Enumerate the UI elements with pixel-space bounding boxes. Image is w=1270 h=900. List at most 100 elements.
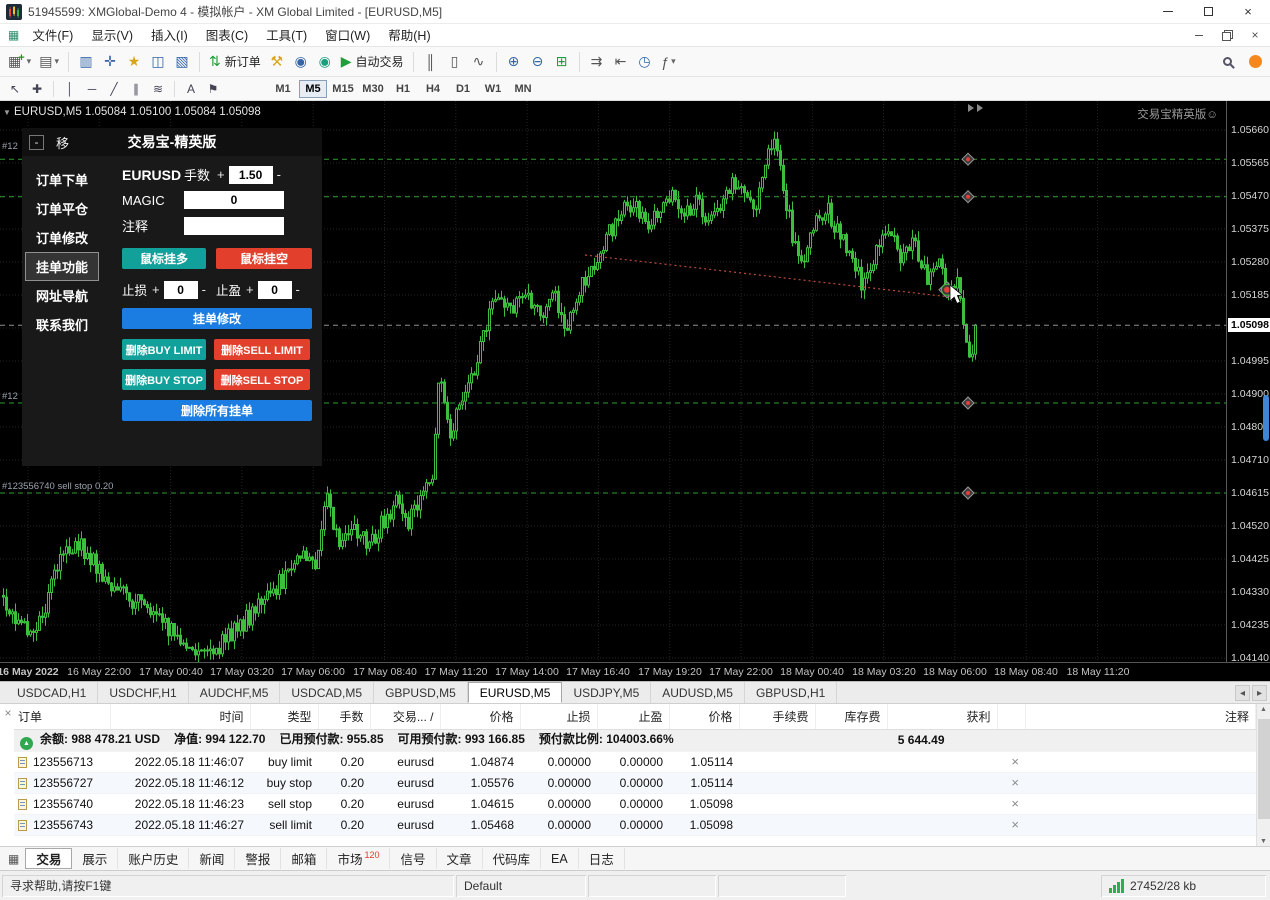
terminal-tab[interactable]: 邮箱 (281, 848, 327, 869)
column-header[interactable]: 库存费 (815, 704, 887, 729)
menu-item[interactable]: 插入(I) (142, 27, 197, 45)
menu-item[interactable]: 工具(T) (257, 27, 316, 45)
arrows-tool-icon[interactable]: ⚑ (202, 79, 224, 99)
order-marker-icon[interactable] (962, 487, 974, 499)
bar-chart-button[interactable]: ║ (419, 50, 443, 74)
column-header[interactable]: 止盈 (597, 704, 669, 729)
scrollbar-thumb[interactable] (1263, 395, 1269, 441)
sl-increase-button[interactable]: + (148, 282, 164, 297)
terminal-tab[interactable]: 展示 (72, 848, 118, 869)
sl-decrease-button[interactable]: - (198, 282, 210, 297)
terminal-tab[interactable]: 市场120 (327, 848, 390, 869)
lots-decrease-button[interactable]: - (273, 167, 285, 182)
tabs-scroll-left-icon[interactable]: ◂ (1235, 685, 1250, 701)
timeframe-button[interactable]: M1 (269, 80, 297, 98)
panel-menu-item[interactable]: 订单修改 (25, 223, 99, 252)
autotrading-button[interactable]: ▶自动交易 (337, 50, 408, 74)
takeprofit-input[interactable] (258, 281, 292, 299)
terminal-tab[interactable]: EA (541, 848, 579, 869)
table-row[interactable]: 123556727 2022.05.18 11:46:12 buy stop 0… (14, 772, 1256, 793)
column-header[interactable]: 订单 (14, 704, 110, 729)
notification-badge[interactable] (1249, 55, 1262, 68)
chart-tab[interactable]: AUDCHF,M5 (189, 682, 281, 703)
metaeditor-button[interactable]: ⚒ (265, 50, 289, 74)
terminal-tab[interactable]: 交易 (25, 848, 72, 869)
magic-input[interactable] (184, 191, 284, 209)
modify-pending-button[interactable]: 挂单修改 (122, 308, 312, 329)
timeframe-button[interactable]: H4 (419, 80, 447, 98)
terminal-tab[interactable]: 日志 (579, 848, 625, 869)
menu-item[interactable]: 图表(C) (197, 27, 257, 45)
chart-area[interactable]: ▼ EURUSD,M5 1.05084 1.05100 1.05084 1.05… (0, 101, 1270, 681)
price-scale[interactable]: 1.056601.055651.054701.053751.052801.051… (1226, 101, 1270, 662)
timeframe-button[interactable]: MN (509, 80, 537, 98)
close-order-icon[interactable] (1011, 776, 1019, 789)
child-close-button[interactable]: × (1242, 26, 1268, 44)
order-marker-icon[interactable] (962, 397, 974, 409)
timeframe-button[interactable]: M15 (329, 80, 357, 98)
chart-shift-button[interactable]: ⇤ (609, 50, 633, 74)
tp-decrease-button[interactable]: - (292, 282, 304, 297)
lots-increase-button[interactable]: + (213, 167, 229, 182)
navigator-button[interactable]: ★ (122, 50, 146, 74)
window-maximize-button[interactable] (1188, 1, 1228, 23)
delete-buy-limit-button[interactable]: 删除BUY LIMIT (122, 339, 206, 360)
lots-input[interactable] (229, 166, 273, 184)
indicators-button[interactable]: ƒ▾ (657, 50, 681, 74)
column-header[interactable]: 注释 (1025, 704, 1256, 729)
one-click-trading-toggle[interactable]: ▼ (3, 108, 11, 117)
window-close-button[interactable]: × (1228, 1, 1268, 23)
tile-windows-button[interactable]: ⊞ (550, 50, 574, 74)
column-header[interactable]: 获利 (887, 704, 997, 729)
vertical-line-tool-icon[interactable]: │ (59, 79, 81, 99)
terminal-tab[interactable]: 文章 (437, 848, 483, 869)
delete-sell-stop-button[interactable]: 删除SELL STOP (214, 369, 310, 390)
chart-tab[interactable]: USDCAD,H1 (6, 682, 98, 703)
tp-increase-button[interactable]: + (242, 282, 258, 297)
new-order-button[interactable]: ⇅新订单 (205, 50, 265, 74)
period-clock-button[interactable]: ◷ (633, 50, 657, 74)
market-watch-button[interactable]: ▥ (74, 50, 98, 74)
chart-tab[interactable]: GBPUSD,H1 (745, 682, 837, 703)
zoom-out-button[interactable]: ⊖ (526, 50, 550, 74)
column-header[interactable]: 手数 (318, 704, 370, 729)
cursor-tool-icon[interactable]: ↖ (4, 79, 26, 99)
column-header[interactable]: 价格 (440, 704, 520, 729)
zoom-in-button[interactable]: ⊕ (502, 50, 526, 74)
close-order-icon[interactable] (1011, 755, 1019, 768)
close-order-icon[interactable] (1011, 818, 1019, 831)
profiles-button[interactable]: ▤▾ (35, 50, 63, 74)
panel-menu-item[interactable]: 网址导航 (25, 281, 99, 310)
column-header[interactable]: 止损 (520, 704, 597, 729)
child-restore-button[interactable] (1214, 26, 1240, 44)
time-axis[interactable]: 16 May 202216 May 22:0017 May 00:4017 Ma… (0, 662, 1270, 681)
horizontal-line-tool-icon[interactable]: ─ (81, 79, 103, 99)
chart-tab[interactable]: USDJPY,M5 (562, 682, 651, 703)
terminal-close-icon[interactable] (2, 707, 14, 719)
delete-all-pending-button[interactable]: 删除所有挂单 (122, 400, 312, 421)
channel-tool-icon[interactable]: ∥ (125, 79, 147, 99)
panel-menu-item[interactable]: 联系我们 (25, 310, 99, 339)
column-header[interactable]: 时间 (110, 704, 250, 729)
terminal-tab[interactable]: 警报 (235, 848, 281, 869)
panel-header[interactable]: 移 交易宝-精英版 (22, 128, 322, 156)
delete-buy-stop-button[interactable]: 删除BUY STOP (122, 369, 206, 390)
comment-input[interactable] (184, 217, 284, 235)
terminal-tab[interactable]: 账户历史 (118, 848, 189, 869)
delete-sell-limit-button[interactable]: 删除SELL LIMIT (214, 339, 310, 360)
stoploss-input[interactable] (164, 281, 198, 299)
chart-tab[interactable]: AUDUSD,M5 (651, 682, 745, 703)
terminal-button[interactable]: ◫ (146, 50, 170, 74)
chart-tab[interactable]: GBPUSD,M5 (374, 682, 468, 703)
auto-scroll-button[interactable]: ⇉ (585, 50, 609, 74)
scrollbar-thumb[interactable] (1258, 719, 1270, 819)
fibonacci-tool-icon[interactable]: ≋ (147, 79, 169, 99)
close-order-icon[interactable] (1011, 797, 1019, 810)
window-minimize-button[interactable] (1148, 1, 1188, 23)
mouse-buy-pending-button[interactable]: 鼠标挂多 (122, 248, 206, 269)
panel-menu-item[interactable]: 挂单功能 (25, 252, 99, 281)
trendline-tool-icon[interactable]: ╱ (103, 79, 125, 99)
chart-tab[interactable]: USDCAD,M5 (280, 682, 374, 703)
timeframe-button[interactable]: M30 (359, 80, 387, 98)
terminal-tab[interactable]: 信号 (390, 848, 436, 869)
